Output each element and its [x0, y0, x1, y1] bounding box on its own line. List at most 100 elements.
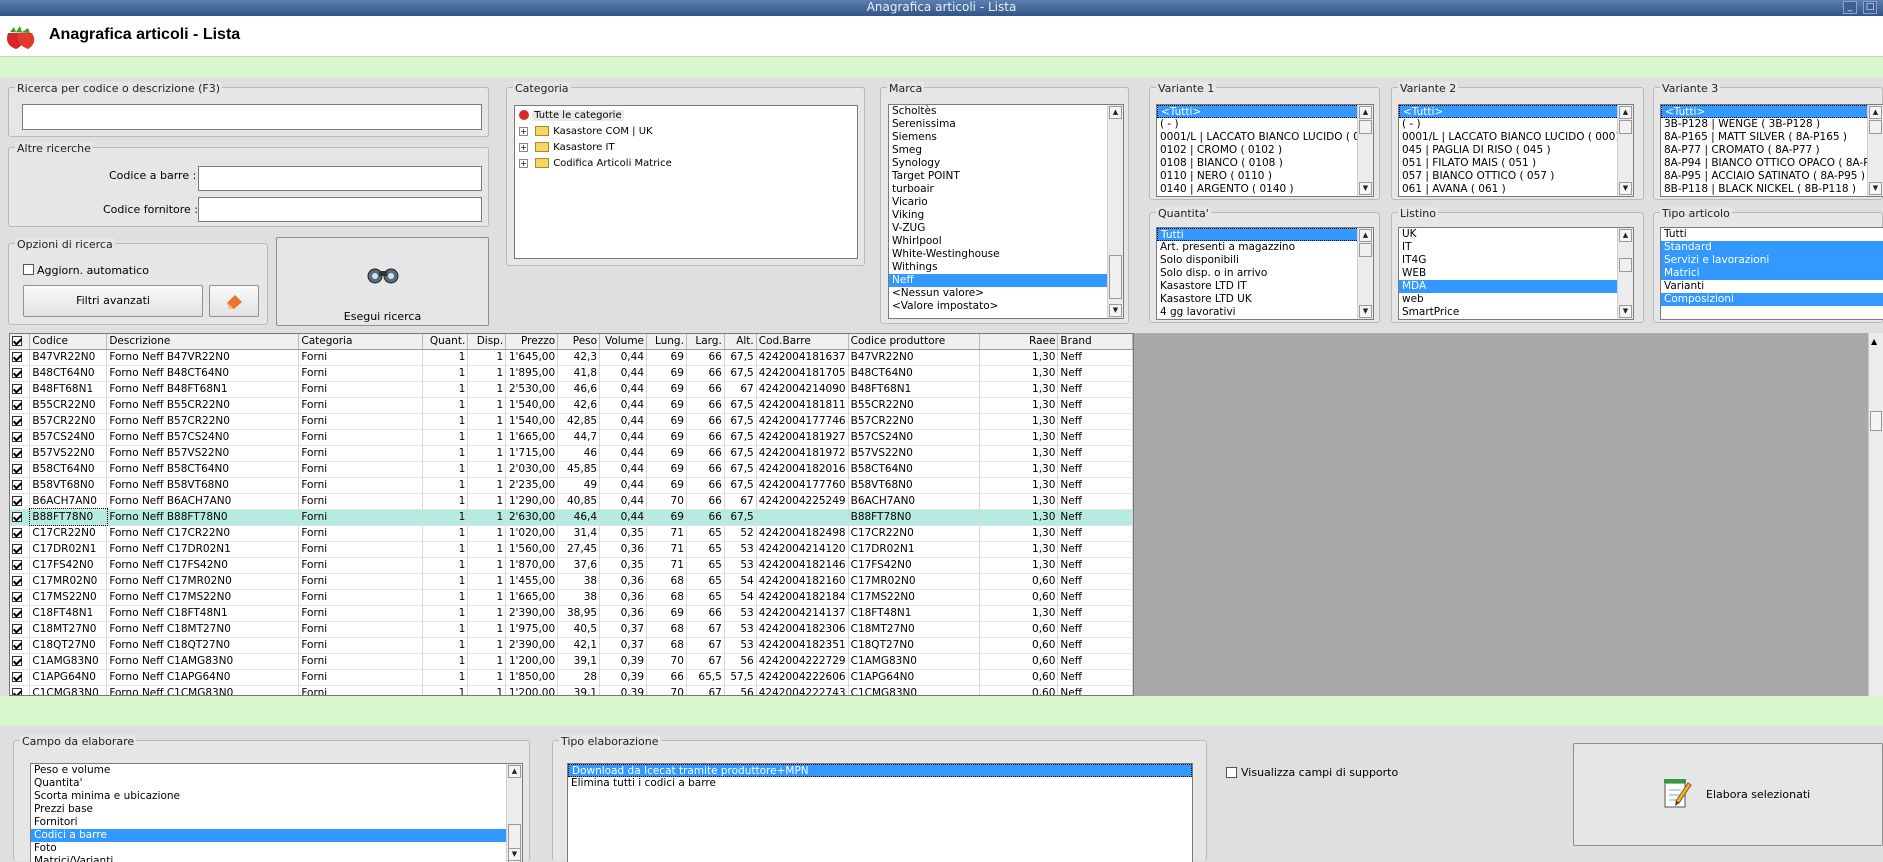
- list-item[interactable]: V-ZUG: [889, 222, 1123, 235]
- list-item[interactable]: Fornitori: [31, 816, 522, 829]
- table-row[interactable]: C17MS22N0 Forno Neff C17MS22N0 Forni 1 1 1'66…: [10, 589, 1133, 606]
- list-item[interactable]: Siemens: [889, 131, 1123, 144]
- scroll-down-icon[interactable]: ▼: [508, 848, 521, 861]
- variant1-list[interactable]: <Tutti> ( - ) 0001/L | LACCATO BIANCO LUC…: [1156, 104, 1374, 197]
- variant3-list[interactable]: <Tutti> 3B-P128 | WENGÈ ( 3B-P128 ) 8A-P16…: [1660, 104, 1883, 197]
- scroll-down-icon[interactable]: ▼: [1359, 182, 1372, 195]
- column-header[interactable]: Descrizione: [106, 334, 300, 350]
- table-row[interactable]: B48FT68N1 Forno Neff B48FT68N1 Forni 1 1 2'53…: [10, 381, 1133, 398]
- run-search-button[interactable]: Esegui ricerca: [276, 237, 489, 326]
- list-item[interactable]: <Tutti>: [1399, 105, 1633, 118]
- scroll-down-icon[interactable]: ▼: [1619, 305, 1632, 318]
- list-item[interactable]: 061 | AVANA ( 061 ): [1399, 183, 1633, 196]
- category-tree[interactable]: Tutte le categorie + Kasastore COM | UK …: [514, 105, 858, 259]
- list-item[interactable]: turboair: [889, 183, 1123, 196]
- list-scrollbar[interactable]: ▲ ▼: [1357, 228, 1373, 319]
- row-checkbox-cell[interactable]: [10, 557, 31, 574]
- scroll-thumb[interactable]: [1109, 255, 1122, 299]
- row-checkbox[interactable]: [12, 639, 22, 650]
- barcode-input[interactable]: [198, 166, 482, 191]
- list-item[interactable]: 3B-P128 | WENGÈ ( 3B-P128 ): [1661, 118, 1883, 131]
- tree-node[interactable]: + Kasastore COM | UK: [519, 126, 653, 137]
- search-input[interactable]: [22, 104, 482, 130]
- scroll-up-icon[interactable]: ▲: [1359, 229, 1372, 242]
- row-checkbox-cell[interactable]: [10, 397, 31, 414]
- list-item[interactable]: Withings: [889, 261, 1123, 274]
- select-all-checkbox[interactable]: [12, 335, 22, 346]
- column-header[interactable]: Lung.: [646, 334, 687, 350]
- list-item[interactable]: 4 gg lavorativi: [1157, 306, 1373, 319]
- row-checkbox-cell[interactable]: [10, 541, 31, 558]
- scroll-up-icon[interactable]: ▲: [1359, 106, 1372, 119]
- table-row[interactable]: B47VR22N0 Forno Neff B47VR22N0 Forni 1 1 1'64…: [10, 349, 1133, 366]
- list-item[interactable]: Download da Icecat tramite produttore+MP…: [568, 764, 1192, 777]
- list-scrollbar[interactable]: ▲ ▼: [1357, 105, 1373, 196]
- table-row[interactable]: C1CMG83N0 Forno Neff C1CMG83N0 Forni 1 1 1'20…: [10, 685, 1133, 695]
- list-item[interactable]: Elimina tutti i codici a barre: [568, 777, 1192, 790]
- expand-icon[interactable]: +: [519, 158, 528, 168]
- list-item[interactable]: IT: [1399, 241, 1633, 254]
- tree-root[interactable]: Tutte le categorie: [519, 110, 624, 121]
- column-header[interactable]: Prezzo: [505, 334, 559, 350]
- tree-node[interactable]: + Kasastore IT: [519, 142, 615, 153]
- list-item[interactable]: Tutti: [1157, 228, 1373, 241]
- list-item[interactable]: Varianti: [1661, 280, 1883, 293]
- row-checkbox[interactable]: [12, 607, 22, 618]
- table-row[interactable]: B58VT68N0 Forno Neff B58VT68N0 Forni 1 1 2'23…: [10, 477, 1133, 494]
- list-item[interactable]: Solo disponibili: [1157, 254, 1373, 267]
- processing-type-list[interactable]: Download da Icecat tramite produttore+MP…: [567, 763, 1193, 862]
- list-item[interactable]: White-Westinghouse: [889, 248, 1123, 261]
- column-header[interactable]: Categoria: [298, 334, 424, 350]
- column-header[interactable]: Larg.: [686, 334, 725, 350]
- table-row[interactable]: B6ACH7AN0 Forno Neff B6ACH7AN0 Forni 1 1 1'29…: [10, 493, 1133, 510]
- list-item[interactable]: 8A-P95 | ACCIAIO SATINATO ( 8A-P95 ): [1661, 170, 1883, 183]
- field-to-process-list[interactable]: Peso e volume Quantita' Scorta minima e ub…: [30, 763, 523, 862]
- table-row[interactable]: C17DR02N1 Forno Neff C17DR02N1 Forni 1 1 1'56…: [10, 541, 1133, 558]
- list-item[interactable]: Art. presenti a magazzino: [1157, 241, 1373, 254]
- list-item[interactable]: Kasastore LTD IT: [1157, 280, 1373, 293]
- process-selected-button[interactable]: Elabora selezionati: [1573, 743, 1883, 846]
- row-checkbox[interactable]: [12, 447, 22, 458]
- row-checkbox-cell[interactable]: [10, 589, 31, 606]
- scroll-down-icon[interactable]: ▼: [1359, 305, 1372, 318]
- list-item[interactable]: Scorta minima e ubicazione: [31, 790, 522, 803]
- grid-scroll-up-icon[interactable]: ▲: [1871, 337, 1877, 346]
- grid-scrollbar[interactable]: ▲: [1868, 333, 1883, 696]
- list-item[interactable]: Vicario: [889, 196, 1123, 209]
- row-checkbox[interactable]: [12, 415, 22, 426]
- list-item[interactable]: <Tutti>: [1157, 105, 1373, 118]
- row-checkbox-cell[interactable]: [10, 477, 31, 494]
- scroll-thumb[interactable]: [1619, 120, 1632, 134]
- row-checkbox-cell[interactable]: [10, 685, 31, 695]
- row-checkbox[interactable]: [12, 463, 22, 474]
- row-checkbox-cell[interactable]: [10, 365, 31, 382]
- table-row[interactable]: C17CR22N0 Forno Neff C17CR22N0 Forni 1 1 1'02…: [10, 525, 1133, 542]
- list-item[interactable]: WEB: [1399, 267, 1633, 280]
- scroll-up-icon[interactable]: ▲: [1619, 106, 1632, 119]
- clear-filters-button[interactable]: [209, 285, 259, 317]
- list-item[interactable]: ( - ): [1157, 118, 1373, 131]
- grid-scroll-thumb[interactable]: [1870, 411, 1882, 431]
- row-checkbox[interactable]: [12, 367, 22, 378]
- scroll-down-icon[interactable]: ▼: [1619, 182, 1632, 195]
- row-checkbox[interactable]: [12, 495, 22, 506]
- scroll-down-icon[interactable]: ▼: [1869, 182, 1882, 195]
- row-checkbox[interactable]: [12, 399, 22, 410]
- scroll-thumb[interactable]: [1359, 243, 1372, 257]
- row-checkbox[interactable]: [12, 655, 22, 666]
- supplier-code-input[interactable]: [198, 197, 482, 222]
- table-row[interactable]: B48CT64N0 Forno Neff B48CT64N0 Forni 1 1 1'89…: [10, 365, 1133, 382]
- table-row[interactable]: B57VS22N0 Forno Neff B57VS22N0 Forni 1 1 1'71…: [10, 445, 1133, 462]
- row-checkbox-cell[interactable]: [10, 653, 31, 670]
- table-row[interactable]: C17MR02N0 Forno Neff C17MR02N0 Forni 1 1 1'45…: [10, 573, 1133, 590]
- table-row[interactable]: B55CR22N0 Forno Neff B55CR22N0 Forni 1 1 1'54…: [10, 397, 1133, 414]
- list-item[interactable]: Prezzi base: [31, 803, 522, 816]
- show-support-fields-checkbox[interactable]: [1226, 767, 1237, 778]
- column-header[interactable]: Cod.Barre: [756, 334, 849, 350]
- row-checkbox[interactable]: [12, 527, 22, 538]
- expand-icon[interactable]: +: [519, 126, 528, 136]
- list-item[interactable]: Codici a barre: [31, 829, 522, 842]
- row-checkbox-cell[interactable]: [10, 493, 31, 510]
- scroll-up-icon[interactable]: ▲: [1869, 106, 1882, 119]
- articles-grid[interactable]: Codice Descrizione Categoria Quant. Disp. Pre…: [9, 333, 1134, 696]
